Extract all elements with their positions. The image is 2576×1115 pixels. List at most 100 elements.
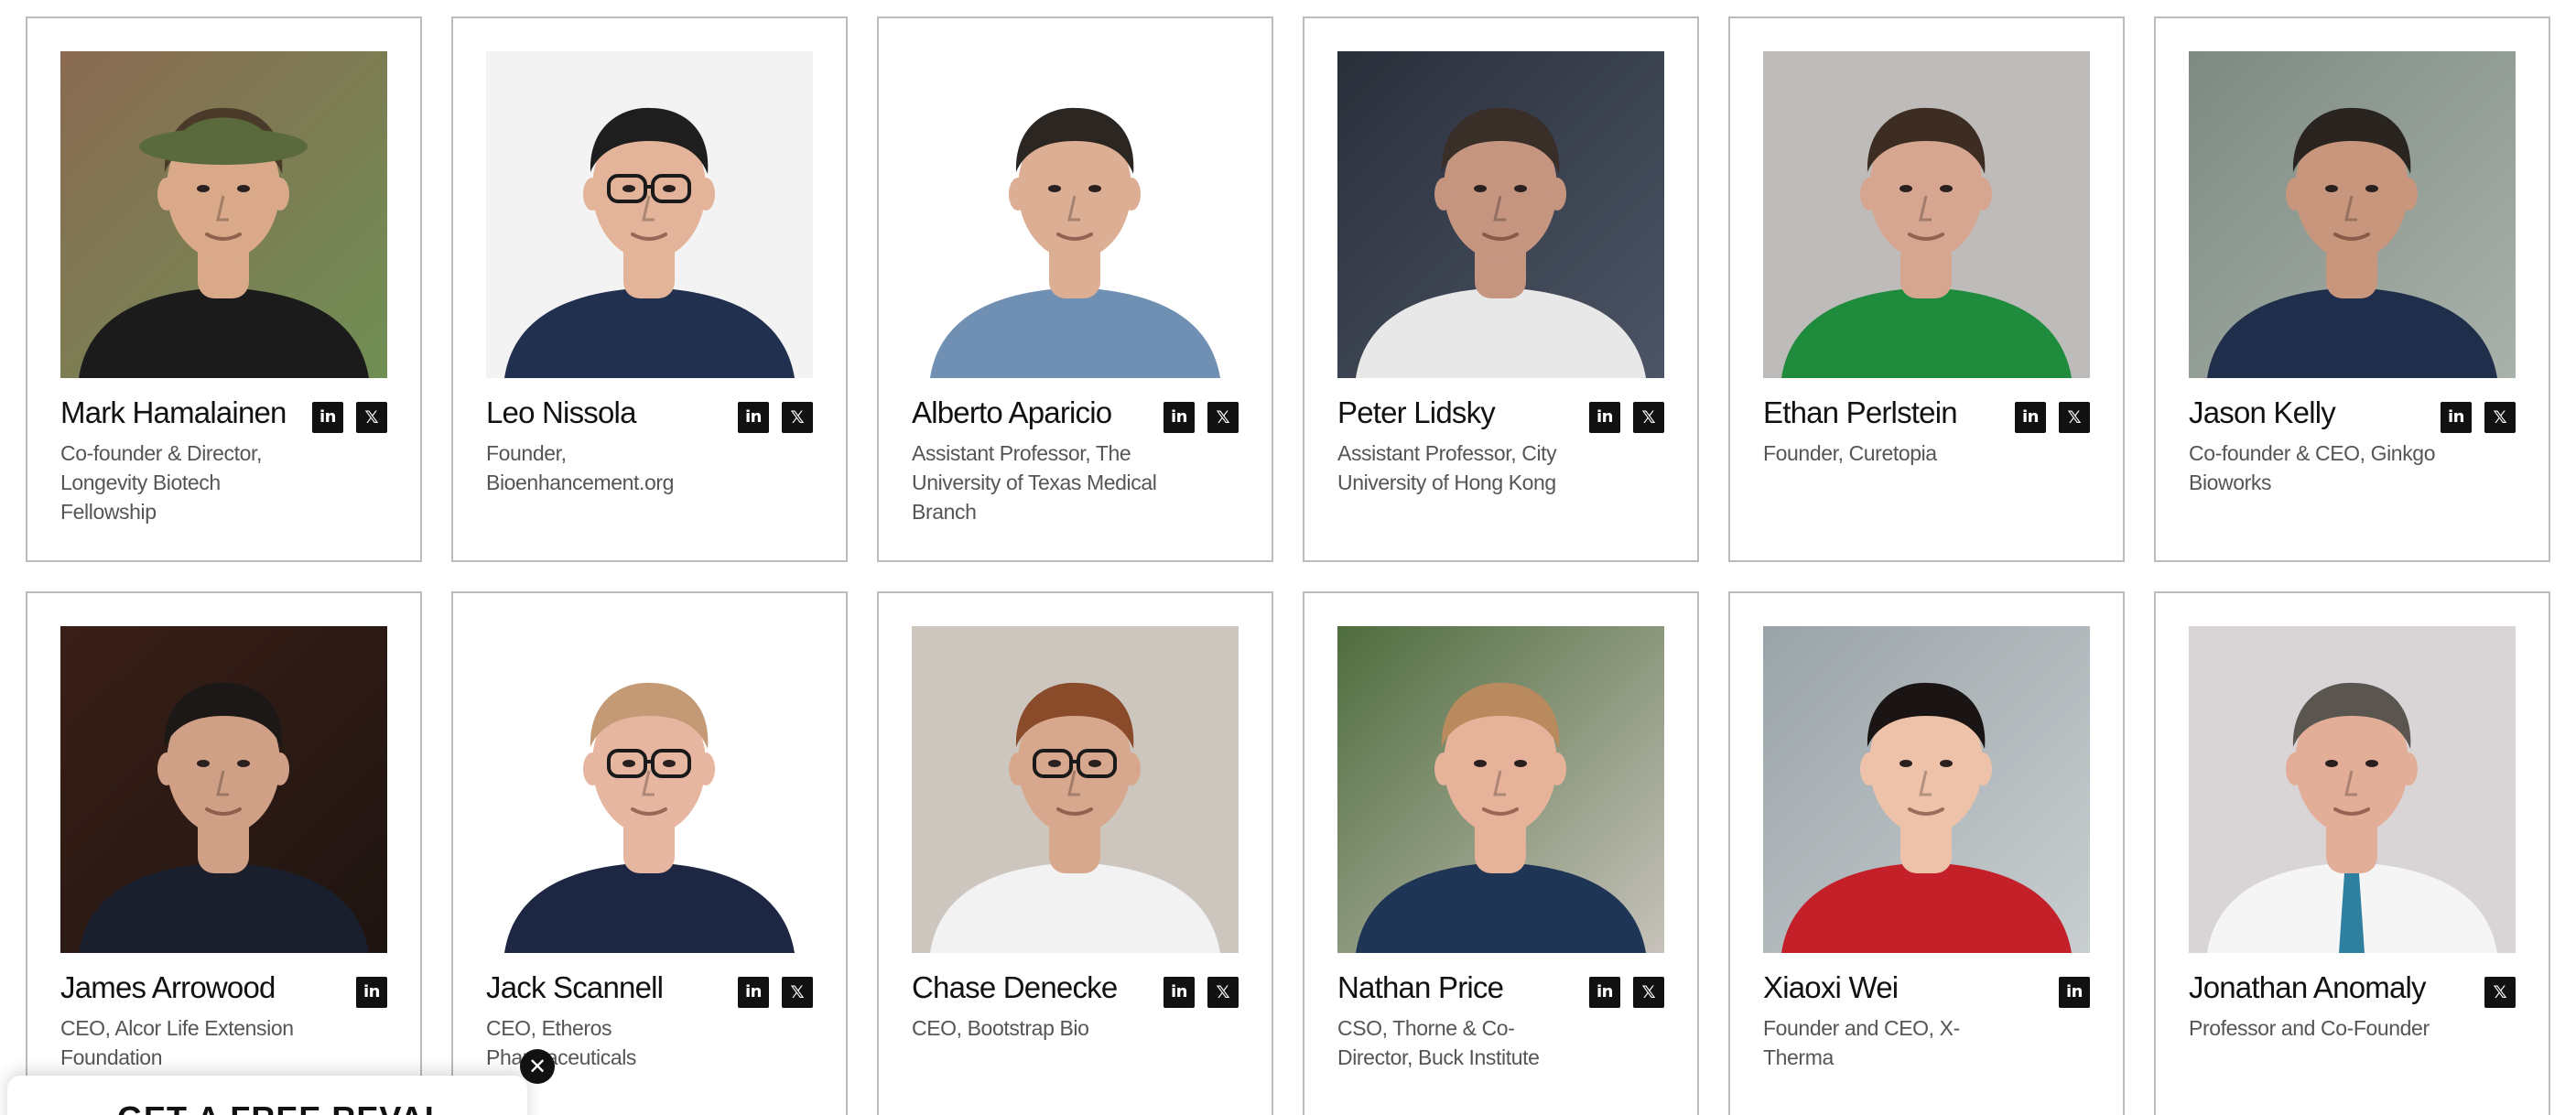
person-name: Jason Kelly bbox=[2189, 395, 2336, 429]
person-info-row: Chase Denecke in 𝕏 bbox=[912, 968, 1239, 1008]
person-card: Ethan Perlstein in 𝕏 Founder, Curetopia bbox=[1728, 16, 2125, 562]
person-photo bbox=[486, 626, 813, 953]
person-photo bbox=[2189, 626, 2516, 953]
portrait-illustration bbox=[1763, 626, 2090, 953]
person-info-row: Ethan Perlstein in 𝕏 bbox=[1763, 393, 2090, 433]
person-info-row: Peter Lidsky in 𝕏 bbox=[1337, 393, 1664, 433]
portrait-illustration bbox=[2189, 626, 2516, 953]
person-info-row: Nathan Price in 𝕏 bbox=[1337, 968, 1664, 1008]
person-card: Jack Scannell in 𝕏 CEO, Etheros Pharmaceuti… bbox=[451, 591, 848, 1115]
portrait-illustration bbox=[60, 626, 387, 953]
person-photo bbox=[1337, 51, 1664, 378]
portrait-illustration bbox=[1337, 51, 1664, 378]
x-icon[interactable]: 𝕏 bbox=[1633, 402, 1664, 433]
person-info-row: Leo Nissola in 𝕏 bbox=[486, 393, 813, 433]
person-role: Assistant Professor, The University of T… bbox=[912, 441, 1157, 524]
person-card: Nathan Price in 𝕏 CSO, Thorne & Co-Director… bbox=[1303, 591, 1699, 1115]
person-role: CEO, Alcor Life Extension Foundation bbox=[60, 1016, 294, 1069]
x-icon[interactable]: 𝕏 bbox=[1207, 977, 1239, 1008]
linkedin-icon[interactable]: in bbox=[1164, 977, 1195, 1008]
person-info-row: Alberto Aparicio in 𝕏 bbox=[912, 393, 1239, 433]
linkedin-icon[interactable]: in bbox=[1589, 402, 1620, 433]
portrait-illustration bbox=[1337, 626, 1664, 953]
x-icon[interactable]: 𝕏 bbox=[782, 977, 813, 1008]
person-role: CEO, Bootstrap Bio bbox=[912, 1016, 1089, 1040]
linkedin-icon[interactable]: in bbox=[356, 977, 387, 1008]
person-card: Alberto Aparicio in 𝕏 Assistant Professor, … bbox=[877, 16, 1273, 562]
person-role: Assistant Professor, City University of … bbox=[1337, 441, 1557, 494]
linkedin-icon[interactable]: in bbox=[2441, 402, 2472, 433]
person-name: Peter Lidsky bbox=[1337, 395, 1496, 429]
linkedin-icon[interactable]: in bbox=[2015, 402, 2046, 433]
linkedin-icon[interactable]: in bbox=[1164, 402, 1195, 433]
person-role: CSO, Thorne & Co-Director, Buck Institut… bbox=[1337, 1016, 1540, 1069]
person-name: Nathan Price bbox=[1337, 970, 1504, 1004]
portrait-illustration bbox=[60, 51, 387, 378]
person-info-row: Xiaoxi Wei in bbox=[1763, 968, 2090, 1008]
person-role: Founder, Bioenhancement.org bbox=[486, 441, 675, 494]
person-name: Jack Scannell bbox=[486, 970, 664, 1004]
person-name: James Arrowood bbox=[60, 970, 276, 1004]
person-role: Founder and CEO, X-Therma bbox=[1763, 1016, 1960, 1069]
person-card: Chase Denecke in 𝕏 CEO, Bootstrap Bio bbox=[877, 591, 1273, 1115]
linkedin-icon[interactable]: in bbox=[2059, 977, 2090, 1008]
social-links: in bbox=[2059, 977, 2090, 1008]
person-info-row: Jason Kelly in 𝕏 bbox=[2189, 393, 2516, 433]
linkedin-icon[interactable]: in bbox=[738, 402, 769, 433]
person-photo bbox=[1337, 626, 1664, 953]
x-icon[interactable]: 𝕏 bbox=[2484, 402, 2516, 433]
promo-popup[interactable]: GET A FREE REVAL bbox=[7, 1076, 527, 1115]
speaker-grid: Mark Hamalainen in 𝕏 Co-founder & Director,… bbox=[26, 16, 2550, 1115]
social-links: in 𝕏 bbox=[738, 402, 813, 433]
person-photo bbox=[2189, 51, 2516, 378]
social-links: in 𝕏 bbox=[312, 402, 387, 433]
person-photo bbox=[1763, 626, 2090, 953]
promo-popup-title: GET A FREE REVAL bbox=[117, 1099, 446, 1115]
x-icon[interactable]: 𝕏 bbox=[2059, 402, 2090, 433]
person-card: Jonathan Anomaly 𝕏 Professor and Co-Founde… bbox=[2154, 591, 2550, 1115]
social-links: in bbox=[356, 977, 387, 1008]
person-info-row: Jack Scannell in 𝕏 bbox=[486, 968, 813, 1008]
social-links: in 𝕏 bbox=[1589, 977, 1664, 1008]
person-role: Professor and Co-Founder bbox=[2189, 1016, 2430, 1040]
person-card: Xiaoxi Wei in Founder and CEO, X-Therma bbox=[1728, 591, 2125, 1115]
person-name: Leo Nissola bbox=[486, 395, 636, 429]
social-links: in 𝕏 bbox=[2441, 402, 2516, 433]
person-card: Peter Lidsky in 𝕏 Assistant Professor, City… bbox=[1303, 16, 1699, 562]
person-name: Ethan Perlstein bbox=[1763, 395, 1958, 429]
x-icon[interactable]: 𝕏 bbox=[1633, 977, 1664, 1008]
x-icon[interactable]: 𝕏 bbox=[2484, 977, 2516, 1008]
person-photo bbox=[1763, 51, 2090, 378]
portrait-illustration bbox=[912, 51, 1239, 378]
social-links: in 𝕏 bbox=[1164, 402, 1239, 433]
person-name: Xiaoxi Wei bbox=[1763, 970, 1899, 1004]
person-name: Mark Hamalainen bbox=[60, 395, 287, 429]
social-links: 𝕏 bbox=[2484, 977, 2516, 1008]
page: Mark Hamalainen in 𝕏 Co-founder & Director,… bbox=[0, 0, 2576, 1115]
person-card: James Arrowood in CEO, Alcor Life Extensio… bbox=[26, 591, 422, 1115]
person-card: Jason Kelly in 𝕏 Co-founder & CEO, Ginkgo B… bbox=[2154, 16, 2550, 562]
social-links: in 𝕏 bbox=[2015, 402, 2090, 433]
person-name: Alberto Aparicio bbox=[912, 395, 1112, 429]
person-name: Jonathan Anomaly bbox=[2189, 970, 2427, 1004]
person-photo bbox=[60, 626, 387, 953]
person-name: Chase Denecke bbox=[912, 970, 1118, 1004]
portrait-illustration bbox=[486, 51, 813, 378]
person-role: Co-founder & Director, Longevity Biotech… bbox=[60, 441, 263, 524]
x-icon[interactable]: 𝕏 bbox=[782, 402, 813, 433]
person-photo bbox=[912, 51, 1239, 378]
person-photo bbox=[486, 51, 813, 378]
person-photo bbox=[912, 626, 1239, 953]
person-card: Leo Nissola in 𝕏 Founder, Bioenhancement.or… bbox=[451, 16, 848, 562]
linkedin-icon[interactable]: in bbox=[312, 402, 343, 433]
x-icon[interactable]: 𝕏 bbox=[356, 402, 387, 433]
close-icon[interactable]: ✕ bbox=[520, 1049, 555, 1084]
linkedin-icon[interactable]: in bbox=[1589, 977, 1620, 1008]
portrait-illustration bbox=[1763, 51, 2090, 378]
linkedin-icon[interactable]: in bbox=[738, 977, 769, 1008]
person-photo bbox=[60, 51, 387, 378]
portrait-illustration bbox=[486, 626, 813, 953]
x-icon[interactable]: 𝕏 bbox=[1207, 402, 1239, 433]
person-role: Founder, Curetopia bbox=[1763, 441, 1937, 465]
person-card: Mark Hamalainen in 𝕏 Co-founder & Director,… bbox=[26, 16, 422, 562]
